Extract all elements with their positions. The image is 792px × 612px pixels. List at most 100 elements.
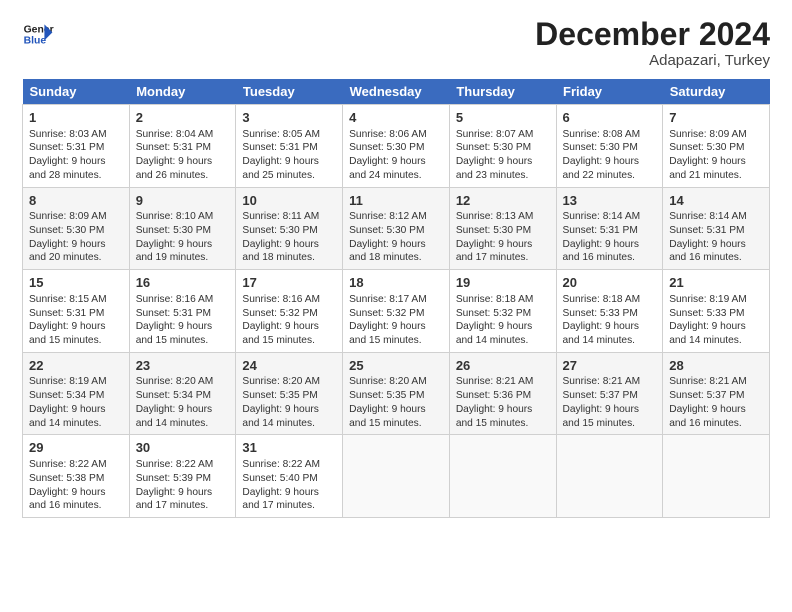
logo-icon: General Blue	[22, 18, 54, 50]
day-number: 31	[242, 439, 336, 457]
day-info-line: Sunrise: 8:20 AM	[136, 375, 230, 389]
calendar-cell: 22Sunrise: 8:19 AMSunset: 5:34 PMDayligh…	[23, 352, 130, 435]
weekday-header-saturday: Saturday	[663, 79, 770, 105]
day-number: 23	[136, 357, 230, 375]
day-number: 2	[136, 109, 230, 127]
day-info-line: and 14 minutes.	[242, 417, 336, 431]
day-info-line: Sunrise: 8:18 AM	[456, 293, 550, 307]
day-number: 8	[29, 192, 123, 210]
day-info-line: Sunset: 5:30 PM	[349, 224, 443, 238]
day-info-line: and 15 minutes.	[349, 417, 443, 431]
day-info-line: Daylight: 9 hours	[669, 320, 763, 334]
day-number: 1	[29, 109, 123, 127]
day-info-line: Sunset: 5:30 PM	[669, 141, 763, 155]
day-info-line: and 19 minutes.	[136, 251, 230, 265]
calendar-cell: 13Sunrise: 8:14 AMSunset: 5:31 PMDayligh…	[556, 187, 663, 270]
day-info-line: Sunrise: 8:03 AM	[29, 128, 123, 142]
calendar-cell: 28Sunrise: 8:21 AMSunset: 5:37 PMDayligh…	[663, 352, 770, 435]
day-info-line: Daylight: 9 hours	[242, 486, 336, 500]
day-info-line: Sunset: 5:30 PM	[136, 224, 230, 238]
location: Adapazari, Turkey	[535, 52, 770, 69]
day-info-line: Daylight: 9 hours	[29, 155, 123, 169]
header: General Blue December 2024 Adapazari, Tu…	[22, 18, 770, 69]
day-info-line: Sunrise: 8:11 AM	[242, 210, 336, 224]
calendar-cell: 4Sunrise: 8:06 AMSunset: 5:30 PMDaylight…	[343, 105, 450, 188]
calendar-cell: 15Sunrise: 8:15 AMSunset: 5:31 PMDayligh…	[23, 270, 130, 353]
day-info-line: and 16 minutes.	[669, 417, 763, 431]
day-info-line: Sunset: 5:30 PM	[242, 224, 336, 238]
day-info-line: Sunset: 5:35 PM	[349, 389, 443, 403]
day-info-line: Sunrise: 8:20 AM	[349, 375, 443, 389]
day-info-line: Daylight: 9 hours	[456, 403, 550, 417]
day-info-line: Sunset: 5:34 PM	[136, 389, 230, 403]
day-info-line: Sunrise: 8:19 AM	[29, 375, 123, 389]
day-info-line: Sunset: 5:36 PM	[456, 389, 550, 403]
week-row-4: 22Sunrise: 8:19 AMSunset: 5:34 PMDayligh…	[23, 352, 770, 435]
day-info-line: Daylight: 9 hours	[349, 403, 443, 417]
day-info-line: Sunrise: 8:21 AM	[669, 375, 763, 389]
day-number: 26	[456, 357, 550, 375]
day-info-line: Sunset: 5:32 PM	[349, 307, 443, 321]
day-info-line: Sunrise: 8:08 AM	[563, 128, 657, 142]
calendar-cell	[449, 435, 556, 518]
day-info-line: and 17 minutes.	[242, 499, 336, 513]
weekday-header-friday: Friday	[556, 79, 663, 105]
calendar-cell: 2Sunrise: 8:04 AMSunset: 5:31 PMDaylight…	[129, 105, 236, 188]
day-info-line: Daylight: 9 hours	[29, 320, 123, 334]
calendar-cell: 18Sunrise: 8:17 AMSunset: 5:32 PMDayligh…	[343, 270, 450, 353]
day-number: 25	[349, 357, 443, 375]
day-info-line: Sunset: 5:39 PM	[136, 472, 230, 486]
day-info-line: and 26 minutes.	[136, 169, 230, 183]
day-info-line: and 14 minutes.	[136, 417, 230, 431]
calendar-cell: 1Sunrise: 8:03 AMSunset: 5:31 PMDaylight…	[23, 105, 130, 188]
day-info-line: Sunset: 5:30 PM	[456, 224, 550, 238]
day-info-line: and 16 minutes.	[669, 251, 763, 265]
day-info-line: Sunset: 5:30 PM	[29, 224, 123, 238]
day-info-line: Sunrise: 8:19 AM	[669, 293, 763, 307]
day-info-line: and 22 minutes.	[563, 169, 657, 183]
calendar-cell: 20Sunrise: 8:18 AMSunset: 5:33 PMDayligh…	[556, 270, 663, 353]
day-info-line: Daylight: 9 hours	[456, 320, 550, 334]
day-info-line: Daylight: 9 hours	[563, 403, 657, 417]
day-info-line: Sunset: 5:30 PM	[349, 141, 443, 155]
day-info-line: Daylight: 9 hours	[563, 238, 657, 252]
day-info-line: Sunrise: 8:22 AM	[242, 458, 336, 472]
day-info-line: Daylight: 9 hours	[136, 403, 230, 417]
day-info-line: Sunset: 5:30 PM	[563, 141, 657, 155]
calendar-cell: 14Sunrise: 8:14 AMSunset: 5:31 PMDayligh…	[663, 187, 770, 270]
calendar-cell: 16Sunrise: 8:16 AMSunset: 5:31 PMDayligh…	[129, 270, 236, 353]
day-number: 28	[669, 357, 763, 375]
week-row-3: 15Sunrise: 8:15 AMSunset: 5:31 PMDayligh…	[23, 270, 770, 353]
day-info-line: Daylight: 9 hours	[136, 486, 230, 500]
day-info-line: and 18 minutes.	[349, 251, 443, 265]
day-info-line: Sunset: 5:34 PM	[29, 389, 123, 403]
day-info-line: Sunset: 5:32 PM	[242, 307, 336, 321]
day-info-line: Sunset: 5:31 PM	[29, 307, 123, 321]
day-number: 16	[136, 274, 230, 292]
calendar-cell: 23Sunrise: 8:20 AMSunset: 5:34 PMDayligh…	[129, 352, 236, 435]
day-number: 12	[456, 192, 550, 210]
day-info-line: Daylight: 9 hours	[242, 403, 336, 417]
weekday-header-thursday: Thursday	[449, 79, 556, 105]
day-number: 27	[563, 357, 657, 375]
day-info-line: and 23 minutes.	[456, 169, 550, 183]
day-info-line: and 21 minutes.	[669, 169, 763, 183]
day-info-line: Sunrise: 8:06 AM	[349, 128, 443, 142]
day-info-line: Daylight: 9 hours	[29, 403, 123, 417]
day-info-line: Daylight: 9 hours	[456, 238, 550, 252]
day-number: 6	[563, 109, 657, 127]
day-info-line: Daylight: 9 hours	[349, 320, 443, 334]
day-info-line: Daylight: 9 hours	[136, 320, 230, 334]
day-info-line: Sunset: 5:38 PM	[29, 472, 123, 486]
day-info-line: Sunrise: 8:04 AM	[136, 128, 230, 142]
day-info-line: Sunset: 5:31 PM	[136, 141, 230, 155]
day-info-line: Daylight: 9 hours	[563, 155, 657, 169]
calendar-table: SundayMondayTuesdayWednesdayThursdayFrid…	[22, 79, 770, 518]
day-info-line: Sunrise: 8:17 AM	[349, 293, 443, 307]
day-info-line: Sunrise: 8:15 AM	[29, 293, 123, 307]
calendar-cell: 7Sunrise: 8:09 AMSunset: 5:30 PMDaylight…	[663, 105, 770, 188]
week-row-5: 29Sunrise: 8:22 AMSunset: 5:38 PMDayligh…	[23, 435, 770, 518]
day-number: 21	[669, 274, 763, 292]
day-info-line: Sunset: 5:37 PM	[563, 389, 657, 403]
calendar-cell: 5Sunrise: 8:07 AMSunset: 5:30 PMDaylight…	[449, 105, 556, 188]
